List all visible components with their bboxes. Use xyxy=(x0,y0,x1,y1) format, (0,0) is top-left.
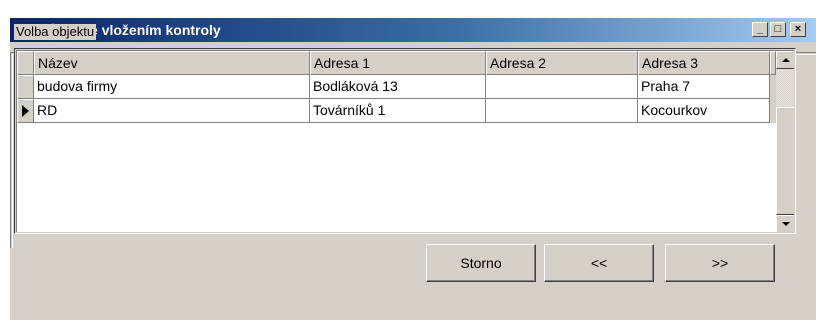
cell-address-1[interactable]: Továrníků 1 xyxy=(310,99,486,123)
cell-name[interactable]: budova firmy xyxy=(34,75,310,99)
cell-address-3[interactable]: Kocourkov xyxy=(638,99,770,123)
back-button[interactable]: << xyxy=(544,244,654,282)
column-header-name[interactable]: Název xyxy=(34,51,310,75)
row-indicator[interactable] xyxy=(17,75,34,99)
current-row-arrow-icon xyxy=(22,105,29,117)
minimize-button[interactable]: _ xyxy=(752,22,768,37)
grid-header: Název Adresa 1 Adresa 2 Adresa 3 xyxy=(17,51,776,75)
column-header-address-1[interactable]: Adresa 1 xyxy=(310,51,486,75)
maximize-button[interactable]: □ xyxy=(770,22,786,37)
cancel-button[interactable]: Storno xyxy=(426,244,536,282)
header-indicator xyxy=(17,51,34,75)
arrow-up-icon xyxy=(782,58,790,62)
group-label: Volba objektu xyxy=(14,24,97,40)
column-header-address-3[interactable]: Adresa 3 xyxy=(638,51,770,75)
title-bar[interactable]: Průvodce vložením kontroly _ □ × xyxy=(10,18,816,42)
arrow-down-icon xyxy=(782,222,790,226)
cell-name[interactable]: RD xyxy=(34,99,310,123)
grid-empty-area[interactable] xyxy=(17,123,776,232)
scroll-down-button[interactable] xyxy=(776,215,794,232)
column-header-address-2[interactable]: Adresa 2 xyxy=(486,51,638,75)
row-indicator[interactable] xyxy=(17,99,34,123)
table-row[interactable]: budova firmy Bodláková 13 Praha 7 xyxy=(17,75,776,99)
close-button[interactable]: × xyxy=(790,22,806,37)
cell-address-3[interactable]: Praha 7 xyxy=(638,75,770,99)
cell-address-2[interactable] xyxy=(486,75,638,99)
cell-address-2[interactable] xyxy=(486,99,638,123)
cell-address-1[interactable]: Bodláková 13 xyxy=(310,75,486,99)
object-grid[interactable]: Název Adresa 1 Adresa 2 Adresa 3 budova … xyxy=(14,48,796,234)
scroll-up-button[interactable] xyxy=(776,51,794,69)
vertical-scrollbar[interactable] xyxy=(776,51,794,232)
scroll-thumb[interactable] xyxy=(776,107,794,215)
table-row[interactable]: RD Továrníků 1 Kocourkov xyxy=(17,99,776,123)
next-button[interactable]: >> xyxy=(665,244,775,282)
